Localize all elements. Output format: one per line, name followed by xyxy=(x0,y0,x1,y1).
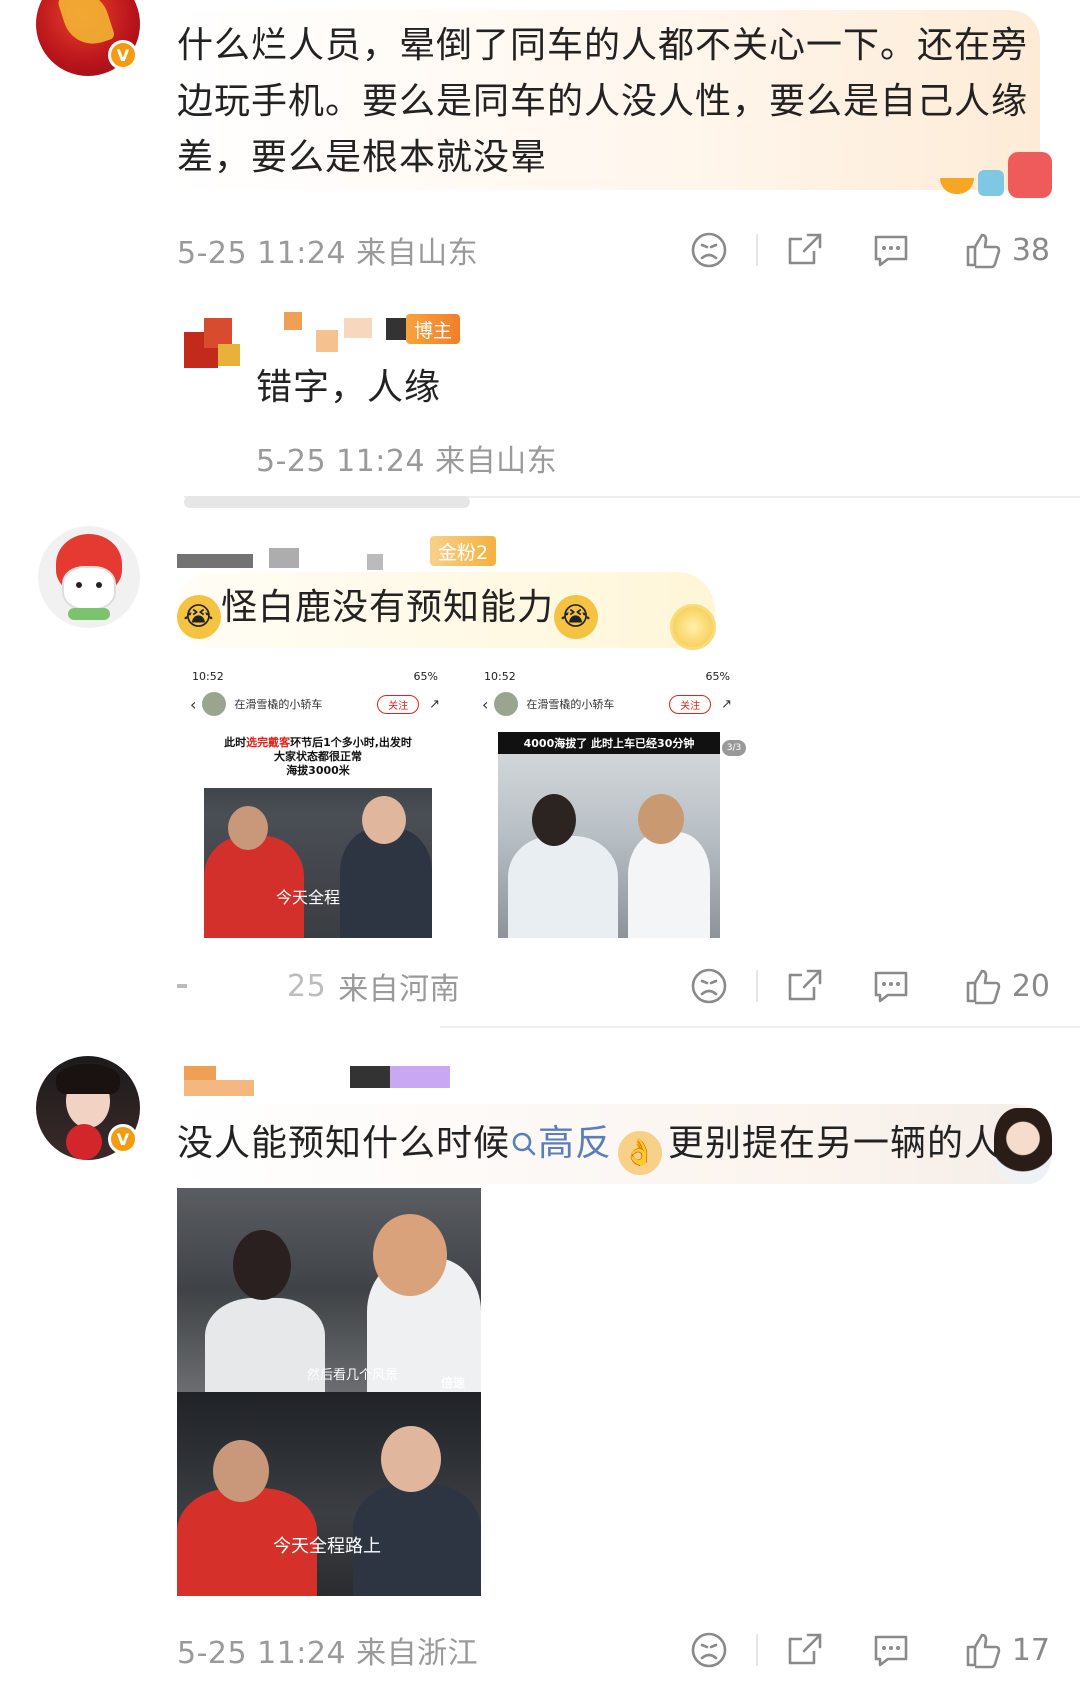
blogger-badge: 博主 xyxy=(406,314,461,344)
username-mosaic xyxy=(184,1066,454,1096)
video-caption: 然后看几个风景 xyxy=(307,1368,399,1383)
comment-meta: 25 来自河南 20 xyxy=(177,956,1050,1016)
avatar[interactable] xyxy=(38,526,140,628)
action-bar: 17 xyxy=(690,1631,1050,1669)
speed-label: 倍速 xyxy=(441,1376,466,1390)
comment-icon[interactable] xyxy=(872,1631,910,1669)
sad-face-icon[interactable] xyxy=(690,1631,728,1669)
fan-level-badge: 金粉2 xyxy=(430,536,497,566)
timestamp-location: 5-25 11:24 来自浙江 xyxy=(177,1636,479,1671)
divider xyxy=(755,1634,758,1666)
share-icon[interactable] xyxy=(786,967,824,1005)
comment-icon[interactable] xyxy=(872,231,910,269)
ok-hand-emoji-icon: 👌 xyxy=(618,1131,663,1175)
like-count: 17 xyxy=(1011,1632,1050,1668)
comment-text: 什么烂人员，晕倒了同车的人都不关心一下。还在旁边玩手机。要么是同车的人没人性，要… xyxy=(177,25,1029,178)
comment-1: V 什么烂人员，晕倒了同车的人都不关心一下。还在旁边玩手机。要么是同车的人没人性… xyxy=(0,0,1080,508)
crying-emoji-icon: 😭 xyxy=(554,595,599,639)
image-thumbnail[interactable]: 10:52 65% ‹ 在滑雪橇的小轿车 关注 ↗ 4000海拔了 此时上车已经… xyxy=(476,660,746,938)
share-icon[interactable] xyxy=(786,1631,824,1669)
sad-face-icon[interactable] xyxy=(690,967,728,1005)
video-frame: 此时选完戴客环节后1个多小时,出发时 大家状态都很正常 海拔3000米 今天全程 xyxy=(204,732,432,938)
timestamp-location: 5-25 11:24 来自山东 xyxy=(177,236,479,271)
avatar-sticker-icon xyxy=(994,1108,1052,1184)
reply-timestamp-location: 5-25 11:24 来自山东 xyxy=(256,444,558,479)
image-thumbnail[interactable]: 10:52 65% ‹ 在滑雪橇的小轿车 关注 ↗ 此时选完戴客环节后1个多小时… xyxy=(184,660,446,938)
like-button[interactable]: 17 xyxy=(964,1631,1050,1669)
status-time: 10:52 xyxy=(484,669,516,683)
comment-text: 😭 怪白鹿没有预知能力 😭 xyxy=(177,580,599,639)
comment-icon[interactable] xyxy=(872,967,910,1005)
thumbs-up-icon xyxy=(966,969,1001,1005)
action-bar: 38 xyxy=(690,231,1050,269)
status-battery: 65% xyxy=(705,669,730,683)
comment-text: 没人能预知什么时候 高反 👌 更别提在另一辆的人 xyxy=(177,1116,1001,1175)
gold-medal-sticker-icon xyxy=(670,604,716,650)
topic-link[interactable]: 高反 xyxy=(510,1123,612,1164)
status-time: 10:52 xyxy=(192,669,224,683)
page-indicator: 3/3 xyxy=(722,740,746,756)
location: 来自河南 xyxy=(338,972,461,1007)
action-bar: 20 xyxy=(690,967,1050,1005)
timestamp-mosaic xyxy=(177,984,187,988)
like-count: 20 xyxy=(1011,968,1050,1004)
reply-text: 错字，人缘 xyxy=(256,367,442,408)
section-divider xyxy=(440,1026,1080,1028)
search-icon xyxy=(512,1132,536,1156)
video-caption: 今天全程路上 xyxy=(273,1536,381,1557)
video-frame: 4000海拔了 此时上车已经30分钟 xyxy=(498,732,720,938)
sad-face-icon[interactable] xyxy=(690,231,728,269)
crown-icon xyxy=(386,318,406,340)
timestamp-partial: 25 xyxy=(287,968,327,1004)
comment-2: 金粉2 😭 怪白鹿没有预知能力 😭 10:52 65% ‹ 在滑雪橇的小轿车 关注 … xyxy=(0,500,1080,1030)
video-caption: 4000海拔了 此时上车已经30分钟 xyxy=(498,732,720,754)
comment-meta: 5-25 11:24 来自浙江 17 xyxy=(177,1620,1050,1680)
follow-button[interactable]: 关注 xyxy=(669,694,712,714)
username-mosaic xyxy=(177,546,417,570)
image-thumbnail[interactable]: 然后看几个风景 倍速 今天全程路上 xyxy=(177,1188,481,1596)
divider xyxy=(755,970,758,1002)
like-button[interactable]: 20 xyxy=(964,967,1050,1005)
comment-3: V 没人能预知什么时候 高反 👌 更别提在另一辆的人 然后看几个风景 倍速 今天全程路… xyxy=(0,1030,1080,1687)
like-count: 38 xyxy=(1011,232,1050,268)
divider xyxy=(755,234,758,266)
crying-emoji-icon: 😭 xyxy=(177,595,221,639)
comment-meta: 5-25 11:24 来自山东 38 xyxy=(177,220,1050,280)
thumbs-up-icon xyxy=(966,1633,1001,1669)
verified-badge-icon: V xyxy=(108,40,138,70)
like-button[interactable]: 38 xyxy=(964,231,1050,269)
reply-username-mosaic xyxy=(280,312,376,352)
account-name: 在滑雪橇的小轿车 xyxy=(526,698,615,711)
reply-avatar-mosaic[interactable] xyxy=(184,318,250,368)
account-name: 在滑雪橇的小轿车 xyxy=(234,698,323,711)
thumbs-up-icon xyxy=(966,233,1001,269)
status-battery: 65% xyxy=(413,669,438,683)
share-icon[interactable] xyxy=(786,231,824,269)
follow-button[interactable]: 关注 xyxy=(377,694,420,714)
verified-badge-icon: V xyxy=(108,1124,138,1154)
